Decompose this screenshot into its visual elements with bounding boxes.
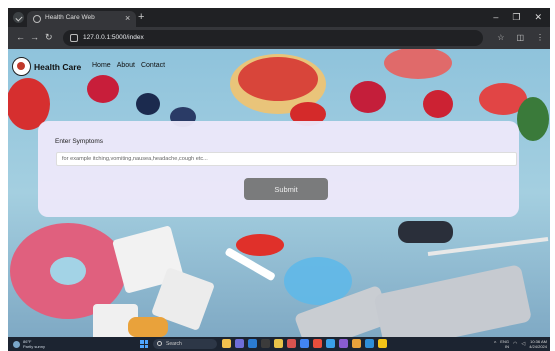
- globe-icon: [33, 15, 41, 23]
- search-label: Search: [166, 341, 182, 347]
- clock-date: 4/24/2024: [529, 344, 547, 349]
- app-icon[interactable]: [352, 339, 361, 348]
- nav-link-about[interactable]: About: [117, 62, 135, 69]
- window-controls: – ❐ ✕: [493, 10, 542, 24]
- menu-dots-icon[interactable]: ⋮: [536, 32, 544, 43]
- system-tray: ^ ENG IN ◠ ◁ 10:36 AM 4/24/2024: [494, 338, 547, 350]
- nav-link-contact[interactable]: Contact: [141, 62, 165, 69]
- app-icon[interactable]: [339, 339, 348, 348]
- weather-icon: [13, 341, 20, 348]
- maximize-button[interactable]: ❐: [512, 10, 520, 24]
- tab-search-icon[interactable]: [13, 12, 24, 23]
- address-bar[interactable]: 127.0.0.1:5000/index: [63, 30, 483, 46]
- reload-icon[interactable]: ↻: [45, 32, 53, 43]
- teams-icon[interactable]: [235, 339, 244, 348]
- back-arrow-icon[interactable]: ←: [16, 32, 25, 43]
- taskbar-search[interactable]: Search: [153, 339, 217, 349]
- new-tab-button[interactable]: +: [138, 10, 144, 24]
- chrome-icon[interactable]: [300, 339, 309, 348]
- search-icon: [157, 341, 162, 346]
- web-page: Health Care Home About Contact Enter Sym…: [8, 49, 550, 337]
- minimize-button[interactable]: –: [493, 10, 498, 24]
- file-explorer-icon[interactable]: [222, 339, 231, 348]
- submit-button[interactable]: Submit: [244, 178, 328, 200]
- app-icon[interactable]: [313, 339, 322, 348]
- edge-icon[interactable]: [248, 339, 257, 348]
- wifi-icon[interactable]: ◠: [513, 338, 517, 350]
- forward-arrow-icon[interactable]: →: [30, 32, 39, 43]
- windows-start-icon[interactable]: [140, 340, 148, 348]
- app-icon[interactable]: [365, 339, 374, 348]
- url-text[interactable]: 127.0.0.1:5000/index: [83, 34, 144, 41]
- language-indicator[interactable]: ENG IN: [500, 339, 509, 349]
- symptoms-input[interactable]: [56, 152, 517, 166]
- site-navbar: Health Care Home About Contact: [8, 49, 550, 89]
- tab-title: Health Care Web: [45, 14, 95, 21]
- browser-tab[interactable]: Health Care Web ×: [27, 11, 136, 27]
- weather-desc: Partly sunny: [23, 344, 46, 349]
- bookmark-star-icon[interactable]: ☆: [497, 32, 504, 43]
- windows-taskbar: 86°F Partly sunny Search ^ ENG IN ◠ ◁ 10…: [8, 337, 550, 351]
- app-icon[interactable]: [378, 339, 387, 348]
- brave-icon[interactable]: [287, 339, 296, 348]
- region-label: IN: [504, 344, 509, 349]
- address-bar-row: ← → ↻ 127.0.0.1:5000/index ☆ ◫ ⋮: [8, 27, 550, 49]
- tab-bar: Health Care Web × + – ❐ ✕: [8, 8, 550, 27]
- nav-links: Home About Contact: [92, 62, 165, 69]
- store-icon[interactable]: [261, 339, 270, 348]
- browser-window: Health Care Web × + – ❐ ✕ ← → ↻ 127.0.0.…: [8, 8, 550, 351]
- symptom-form-card: Enter Symptoms Submit: [38, 121, 519, 217]
- speaker-icon[interactable]: ◁: [521, 338, 525, 350]
- tab-close-button[interactable]: ×: [125, 13, 130, 24]
- site-info-icon[interactable]: [70, 34, 78, 42]
- nav-link-home[interactable]: Home: [92, 62, 111, 69]
- symptoms-label: Enter Symptoms: [55, 138, 104, 145]
- brand-name[interactable]: Health Care: [34, 62, 81, 72]
- pinned-apps: [222, 339, 387, 348]
- extensions-icon[interactable]: ◫: [516, 32, 524, 43]
- toolbar-icons: ☆ ◫ ⋮: [497, 32, 544, 43]
- logo-icon[interactable]: [12, 57, 31, 76]
- vscode-icon[interactable]: [326, 339, 335, 348]
- folder-icon[interactable]: [274, 339, 283, 348]
- chevron-up-icon[interactable]: ^: [494, 338, 496, 350]
- close-window-button[interactable]: ✕: [534, 10, 542, 24]
- clock[interactable]: 10:36 AM 4/24/2024: [529, 339, 547, 349]
